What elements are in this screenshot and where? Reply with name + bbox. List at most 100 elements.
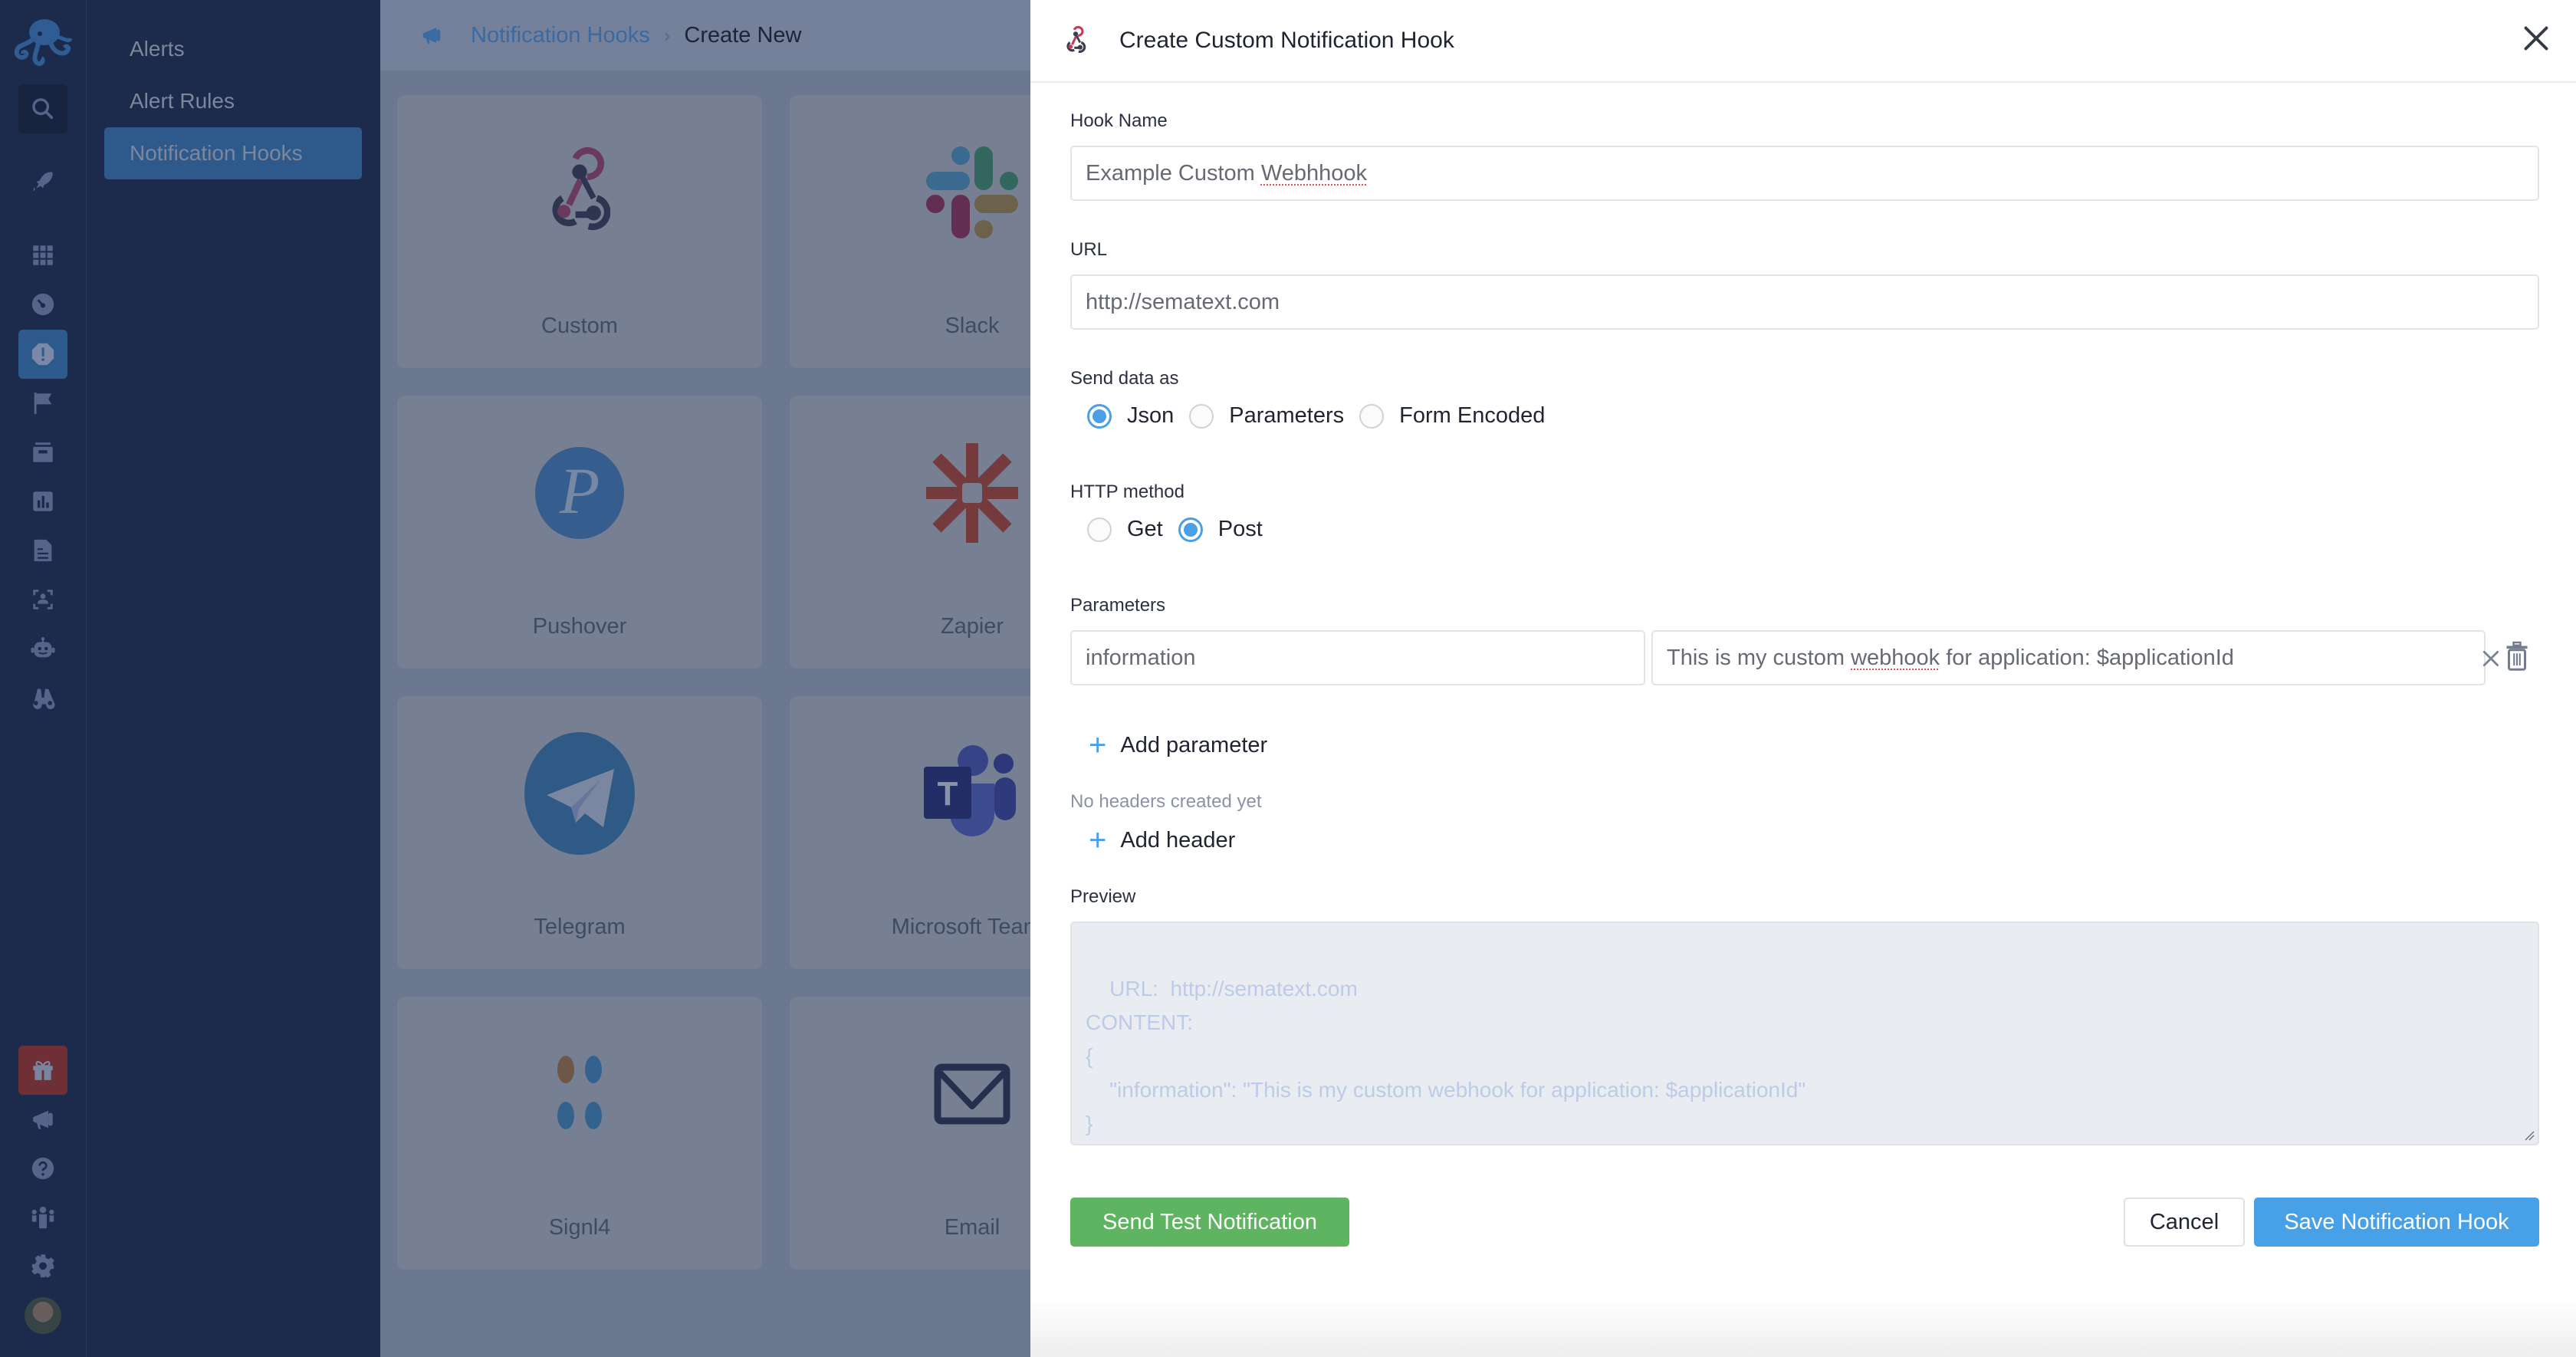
logo-octopus-icon[interactable] — [11, 15, 74, 69]
preview-text: URL: http://sematext.com CONTENT: { "inf… — [1086, 977, 1806, 1135]
svg-text:P: P — [559, 454, 600, 527]
robot-icon[interactable] — [18, 624, 67, 673]
webhook-icon — [1066, 26, 1086, 53]
plus-icon: + — [1089, 728, 1107, 762]
radio-button[interactable] — [1359, 403, 1385, 429]
radio-label: Form Encoded — [1399, 403, 1546, 428]
drawer-bottom-shade — [1030, 1296, 2576, 1357]
integration-card-zapier[interactable]: Zapier — [790, 396, 1030, 669]
url-input[interactable]: http://sematext.com — [1070, 274, 2539, 330]
integration-label: Slack — [945, 314, 1000, 338]
radio-button-selected[interactable] — [1178, 517, 1203, 542]
rocket-icon[interactable] — [18, 157, 67, 206]
radio-label: Get — [1127, 517, 1163, 541]
radio-label: Parameters — [1229, 403, 1345, 428]
gift-icon[interactable] — [18, 1046, 67, 1095]
drawer-header: Create Custom Notification Hook — [1030, 0, 2576, 83]
secondary-nav: Alerts Alert Rules Notification Hooks — [87, 0, 380, 1357]
http-method-label: HTTP method — [1070, 481, 1184, 502]
save-notification-hook-button[interactable]: Save Notification Hook — [2254, 1198, 2539, 1247]
hook-name-label: Hook Name — [1070, 110, 1168, 131]
parameters-label: Parameters — [1070, 595, 1166, 616]
parameter-key-input[interactable]: information — [1070, 630, 1645, 685]
telegram-icon — [524, 732, 635, 855]
alert-octagon-icon[interactable] — [18, 330, 67, 379]
send-data-as-label: Send data as — [1070, 368, 1179, 389]
subnav-item-alerts[interactable]: Alerts — [104, 23, 362, 75]
subnav-item-label: Alerts — [130, 37, 185, 61]
subnav-item-alert-rules[interactable]: Alert Rules — [104, 75, 362, 127]
hook-name-input[interactable]: Example Custom Webhhook — [1070, 146, 2539, 201]
integration-card-pushover[interactable]: P Pushover — [397, 396, 762, 669]
integration-card-slack[interactable]: Slack — [790, 95, 1030, 368]
integration-card-microsoft-teams[interactable]: T Microsoft Teams — [790, 696, 1030, 969]
integration-card-signl4[interactable]: Signl4 — [397, 997, 762, 1270]
breadcrumb-link-notification-hooks[interactable]: Notification Hooks — [471, 23, 650, 48]
radio-form-encoded[interactable]: Form Encoded — [1359, 403, 1545, 429]
integration-label: Custom — [541, 314, 618, 338]
preview-textarea[interactable]: URL: http://sematext.com CONTENT: { "inf… — [1070, 922, 2539, 1145]
teams-icon: T — [924, 745, 1016, 836]
subnav-item-label: Notification Hooks — [130, 141, 303, 165]
breadcrumb-separator: › — [663, 23, 671, 47]
radio-json[interactable]: Json — [1087, 403, 1174, 429]
signl4-icon — [557, 1056, 602, 1129]
send-test-notification-button[interactable]: Send Test Notification — [1070, 1198, 1349, 1247]
plus-icon: + — [1089, 823, 1107, 857]
radio-get[interactable]: Get — [1087, 517, 1163, 542]
svg-text:T: T — [938, 775, 958, 813]
help-icon[interactable] — [18, 1144, 67, 1193]
document-icon[interactable] — [18, 526, 67, 575]
envelope-icon — [934, 1063, 1010, 1125]
hook-name-value-misspelled: Webhhook — [1260, 160, 1367, 186]
integration-label: Zapier — [940, 614, 1004, 639]
radio-button-selected[interactable] — [1087, 403, 1112, 429]
integration-label: Signl4 — [548, 1215, 611, 1240]
slack-icon — [926, 146, 1018, 238]
binoculars-icon[interactable] — [18, 673, 67, 722]
radio-post[interactable]: Post — [1178, 517, 1263, 542]
radio-parameters[interactable]: Parameters — [1189, 403, 1344, 429]
parameter-value-text: This is my custom — [1667, 645, 1852, 670]
add-header-button[interactable]: + Add header — [1089, 825, 1235, 856]
megaphone-icon — [422, 28, 441, 44]
team-icon[interactable] — [18, 1193, 67, 1242]
http-method-radio-group: Get Post — [1087, 517, 1278, 542]
subnav-item-label: Alert Rules — [130, 89, 235, 113]
integration-card-email[interactable]: Email — [790, 997, 1030, 1270]
create-hook-drawer: Create Custom Notification Hook Hook Nam… — [1030, 0, 2576, 1357]
radio-button[interactable] — [1087, 517, 1112, 542]
integration-label: Email — [944, 1215, 1001, 1240]
resize-handle-icon[interactable] — [2522, 1129, 2535, 1141]
parameter-value-misspelled: webhook — [1851, 645, 1940, 670]
webhook-icon — [552, 147, 610, 230]
main-content: Notification Hooks › Create New Custom S… — [380, 0, 1030, 1357]
dashboard-gauge-icon[interactable] — [18, 280, 67, 329]
close-icon[interactable] — [2522, 25, 2550, 52]
add-parameter-button[interactable]: + Add parameter — [1089, 730, 1267, 761]
chart-icon[interactable] — [18, 477, 67, 526]
parameter-value-input[interactable]: This is my custom webhook for applicatio… — [1651, 630, 2499, 685]
clear-icon[interactable] — [2481, 649, 2501, 669]
apps-grid-icon[interactable] — [18, 231, 67, 280]
archive-icon[interactable] — [18, 428, 67, 477]
drawer-title: Create Custom Notification Hook — [1119, 28, 1454, 53]
send-data-as-radio-group: Json Parameters Form Encoded — [1087, 403, 1560, 429]
search-icon[interactable] — [18, 84, 67, 133]
user-scan-icon[interactable] — [18, 575, 67, 624]
no-headers-text: No headers created yet — [1070, 791, 1262, 812]
integration-card-custom[interactable]: Custom — [397, 95, 762, 368]
avatar[interactable] — [25, 1297, 61, 1334]
radio-button[interactable] — [1189, 403, 1214, 429]
settings-gear-icon[interactable] — [18, 1242, 67, 1291]
trash-icon[interactable] — [2505, 641, 2528, 672]
subnav-item-notification-hooks[interactable]: Notification Hooks — [104, 127, 362, 179]
integration-label: Pushover — [532, 614, 627, 639]
megaphone-icon[interactable] — [18, 1095, 67, 1144]
cancel-button[interactable]: Cancel — [2124, 1198, 2245, 1247]
integration-card-telegram[interactable]: Telegram — [397, 696, 762, 969]
preview-label: Preview — [1070, 886, 1136, 907]
add-parameter-label: Add parameter — [1120, 732, 1268, 757]
flag-icon[interactable] — [18, 379, 67, 428]
integration-label: Telegram — [534, 915, 626, 939]
